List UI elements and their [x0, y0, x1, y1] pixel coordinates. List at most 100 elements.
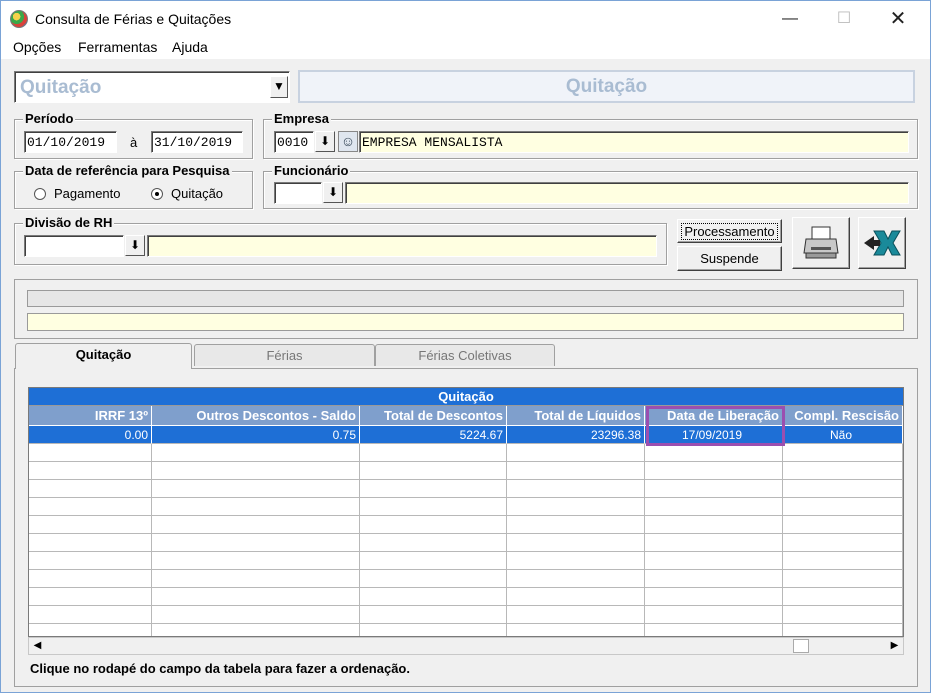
empty-cell[interactable]: [29, 516, 152, 534]
empty-cell[interactable]: [783, 570, 903, 588]
empty-cell[interactable]: [152, 480, 360, 498]
empty-cell[interactable]: [645, 588, 783, 606]
empty-cell[interactable]: [29, 606, 152, 624]
table-row[interactable]: [29, 480, 903, 498]
empty-cell[interactable]: [783, 480, 903, 498]
scroll-left-icon[interactable]: ◀: [29, 638, 46, 654]
empresa-person-icon[interactable]: ☺: [338, 131, 358, 152]
empty-cell[interactable]: [152, 570, 360, 588]
table-row[interactable]: [29, 444, 903, 462]
empty-cell[interactable]: [783, 498, 903, 516]
scroll-right-icon[interactable]: ▶: [886, 638, 903, 654]
empty-cell[interactable]: [645, 516, 783, 534]
empresa-code-input[interactable]: 0010: [274, 131, 314, 153]
empty-cell[interactable]: [29, 552, 152, 570]
empty-cell[interactable]: [29, 462, 152, 480]
table-row[interactable]: [29, 624, 903, 636]
empty-cell[interactable]: [645, 462, 783, 480]
periodo-from-input[interactable]: 01/10/2019: [24, 131, 117, 153]
scroll-thumb[interactable]: [793, 639, 809, 653]
empty-cell[interactable]: [152, 624, 360, 636]
empty-cell[interactable]: [29, 624, 152, 636]
empty-cell[interactable]: [152, 498, 360, 516]
table-row[interactable]: [29, 552, 903, 570]
empty-cell[interactable]: [507, 480, 645, 498]
divisao-lookup-button[interactable]: ⬇: [125, 235, 145, 256]
empty-cell[interactable]: [507, 516, 645, 534]
empty-cell[interactable]: [783, 444, 903, 462]
menu-ajuda[interactable]: Ajuda: [172, 39, 208, 55]
empty-cell[interactable]: [507, 624, 645, 636]
processamento-button[interactable]: Processamento: [677, 219, 782, 243]
grid-horizontal-scrollbar[interactable]: ◀ ▶: [28, 637, 904, 655]
table-row[interactable]: [29, 588, 903, 606]
table-row[interactable]: [29, 606, 903, 624]
print-button[interactable]: [792, 217, 850, 269]
mode-select[interactable]: Quitação ▼: [14, 71, 290, 103]
mode-dropdown-button[interactable]: ▼: [270, 76, 288, 98]
empty-cell[interactable]: [360, 570, 507, 588]
periodo-to-input[interactable]: 31/10/2019: [151, 131, 243, 153]
cell-irrf-13[interactable]: 0.00: [29, 426, 152, 444]
empty-cell[interactable]: [645, 624, 783, 636]
table-row[interactable]: [29, 462, 903, 480]
empty-cell[interactable]: [645, 534, 783, 552]
menu-opcoes[interactable]: Opções: [13, 39, 61, 55]
empty-cell[interactable]: [152, 516, 360, 534]
radio-pagamento[interactable]: [34, 188, 46, 200]
tab-quitacao[interactable]: Quitação: [15, 343, 192, 369]
cell-total-descontos[interactable]: 5224.67: [360, 426, 507, 444]
column-header-total-liquidos[interactable]: Total de Líquidos: [507, 406, 645, 425]
maximize-button[interactable]: ☐: [821, 5, 867, 33]
table-row[interactable]: [29, 498, 903, 516]
empty-cell[interactable]: [783, 534, 903, 552]
empty-cell[interactable]: [645, 444, 783, 462]
table-row[interactable]: [29, 516, 903, 534]
empty-cell[interactable]: [783, 516, 903, 534]
empty-cell[interactable]: [29, 570, 152, 588]
empty-cell[interactable]: [783, 588, 903, 606]
excel-export-button[interactable]: [858, 217, 906, 269]
empresa-lookup-button[interactable]: ⬇: [315, 131, 335, 152]
empty-cell[interactable]: [29, 588, 152, 606]
divisao-code-input[interactable]: [24, 235, 124, 257]
table-row[interactable]: [29, 534, 903, 552]
empty-cell[interactable]: [360, 534, 507, 552]
empty-cell[interactable]: [360, 588, 507, 606]
close-button[interactable]: ✕: [875, 5, 921, 33]
empty-cell[interactable]: [507, 498, 645, 516]
empty-cell[interactable]: [360, 606, 507, 624]
empty-cell[interactable]: [152, 444, 360, 462]
cell-outros-descontos[interactable]: 0.75: [152, 426, 360, 444]
empty-cell[interactable]: [507, 534, 645, 552]
empty-cell[interactable]: [507, 552, 645, 570]
suspende-button[interactable]: Suspende: [677, 246, 782, 271]
cell-compl-rescisao[interactable]: Não: [783, 426, 903, 444]
empty-cell[interactable]: [783, 624, 903, 636]
radio-quitacao[interactable]: [151, 188, 163, 200]
empty-cell[interactable]: [152, 588, 360, 606]
empty-cell[interactable]: [507, 462, 645, 480]
column-header-outros-descontos[interactable]: Outros Descontos - Saldo: [152, 406, 360, 425]
empty-cell[interactable]: [29, 534, 152, 552]
menu-ferramentas[interactable]: Ferramentas: [78, 39, 157, 55]
empty-cell[interactable]: [507, 444, 645, 462]
empty-cell[interactable]: [507, 588, 645, 606]
empty-cell[interactable]: [783, 552, 903, 570]
column-header-total-descontos[interactable]: Total de Descontos: [360, 406, 507, 425]
column-header-irrf-13[interactable]: IRRF 13º: [29, 406, 152, 425]
empty-cell[interactable]: [152, 462, 360, 480]
empty-cell[interactable]: [645, 498, 783, 516]
empty-cell[interactable]: [29, 444, 152, 462]
empty-cell[interactable]: [360, 444, 507, 462]
minimize-button[interactable]: —: [767, 5, 813, 33]
table-row[interactable]: [29, 570, 903, 588]
empty-cell[interactable]: [360, 552, 507, 570]
empty-cell[interactable]: [645, 480, 783, 498]
empty-cell[interactable]: [783, 606, 903, 624]
empty-cell[interactable]: [507, 570, 645, 588]
empty-cell[interactable]: [29, 498, 152, 516]
empty-cell[interactable]: [645, 552, 783, 570]
empty-cell[interactable]: [783, 462, 903, 480]
empty-cell[interactable]: [152, 534, 360, 552]
